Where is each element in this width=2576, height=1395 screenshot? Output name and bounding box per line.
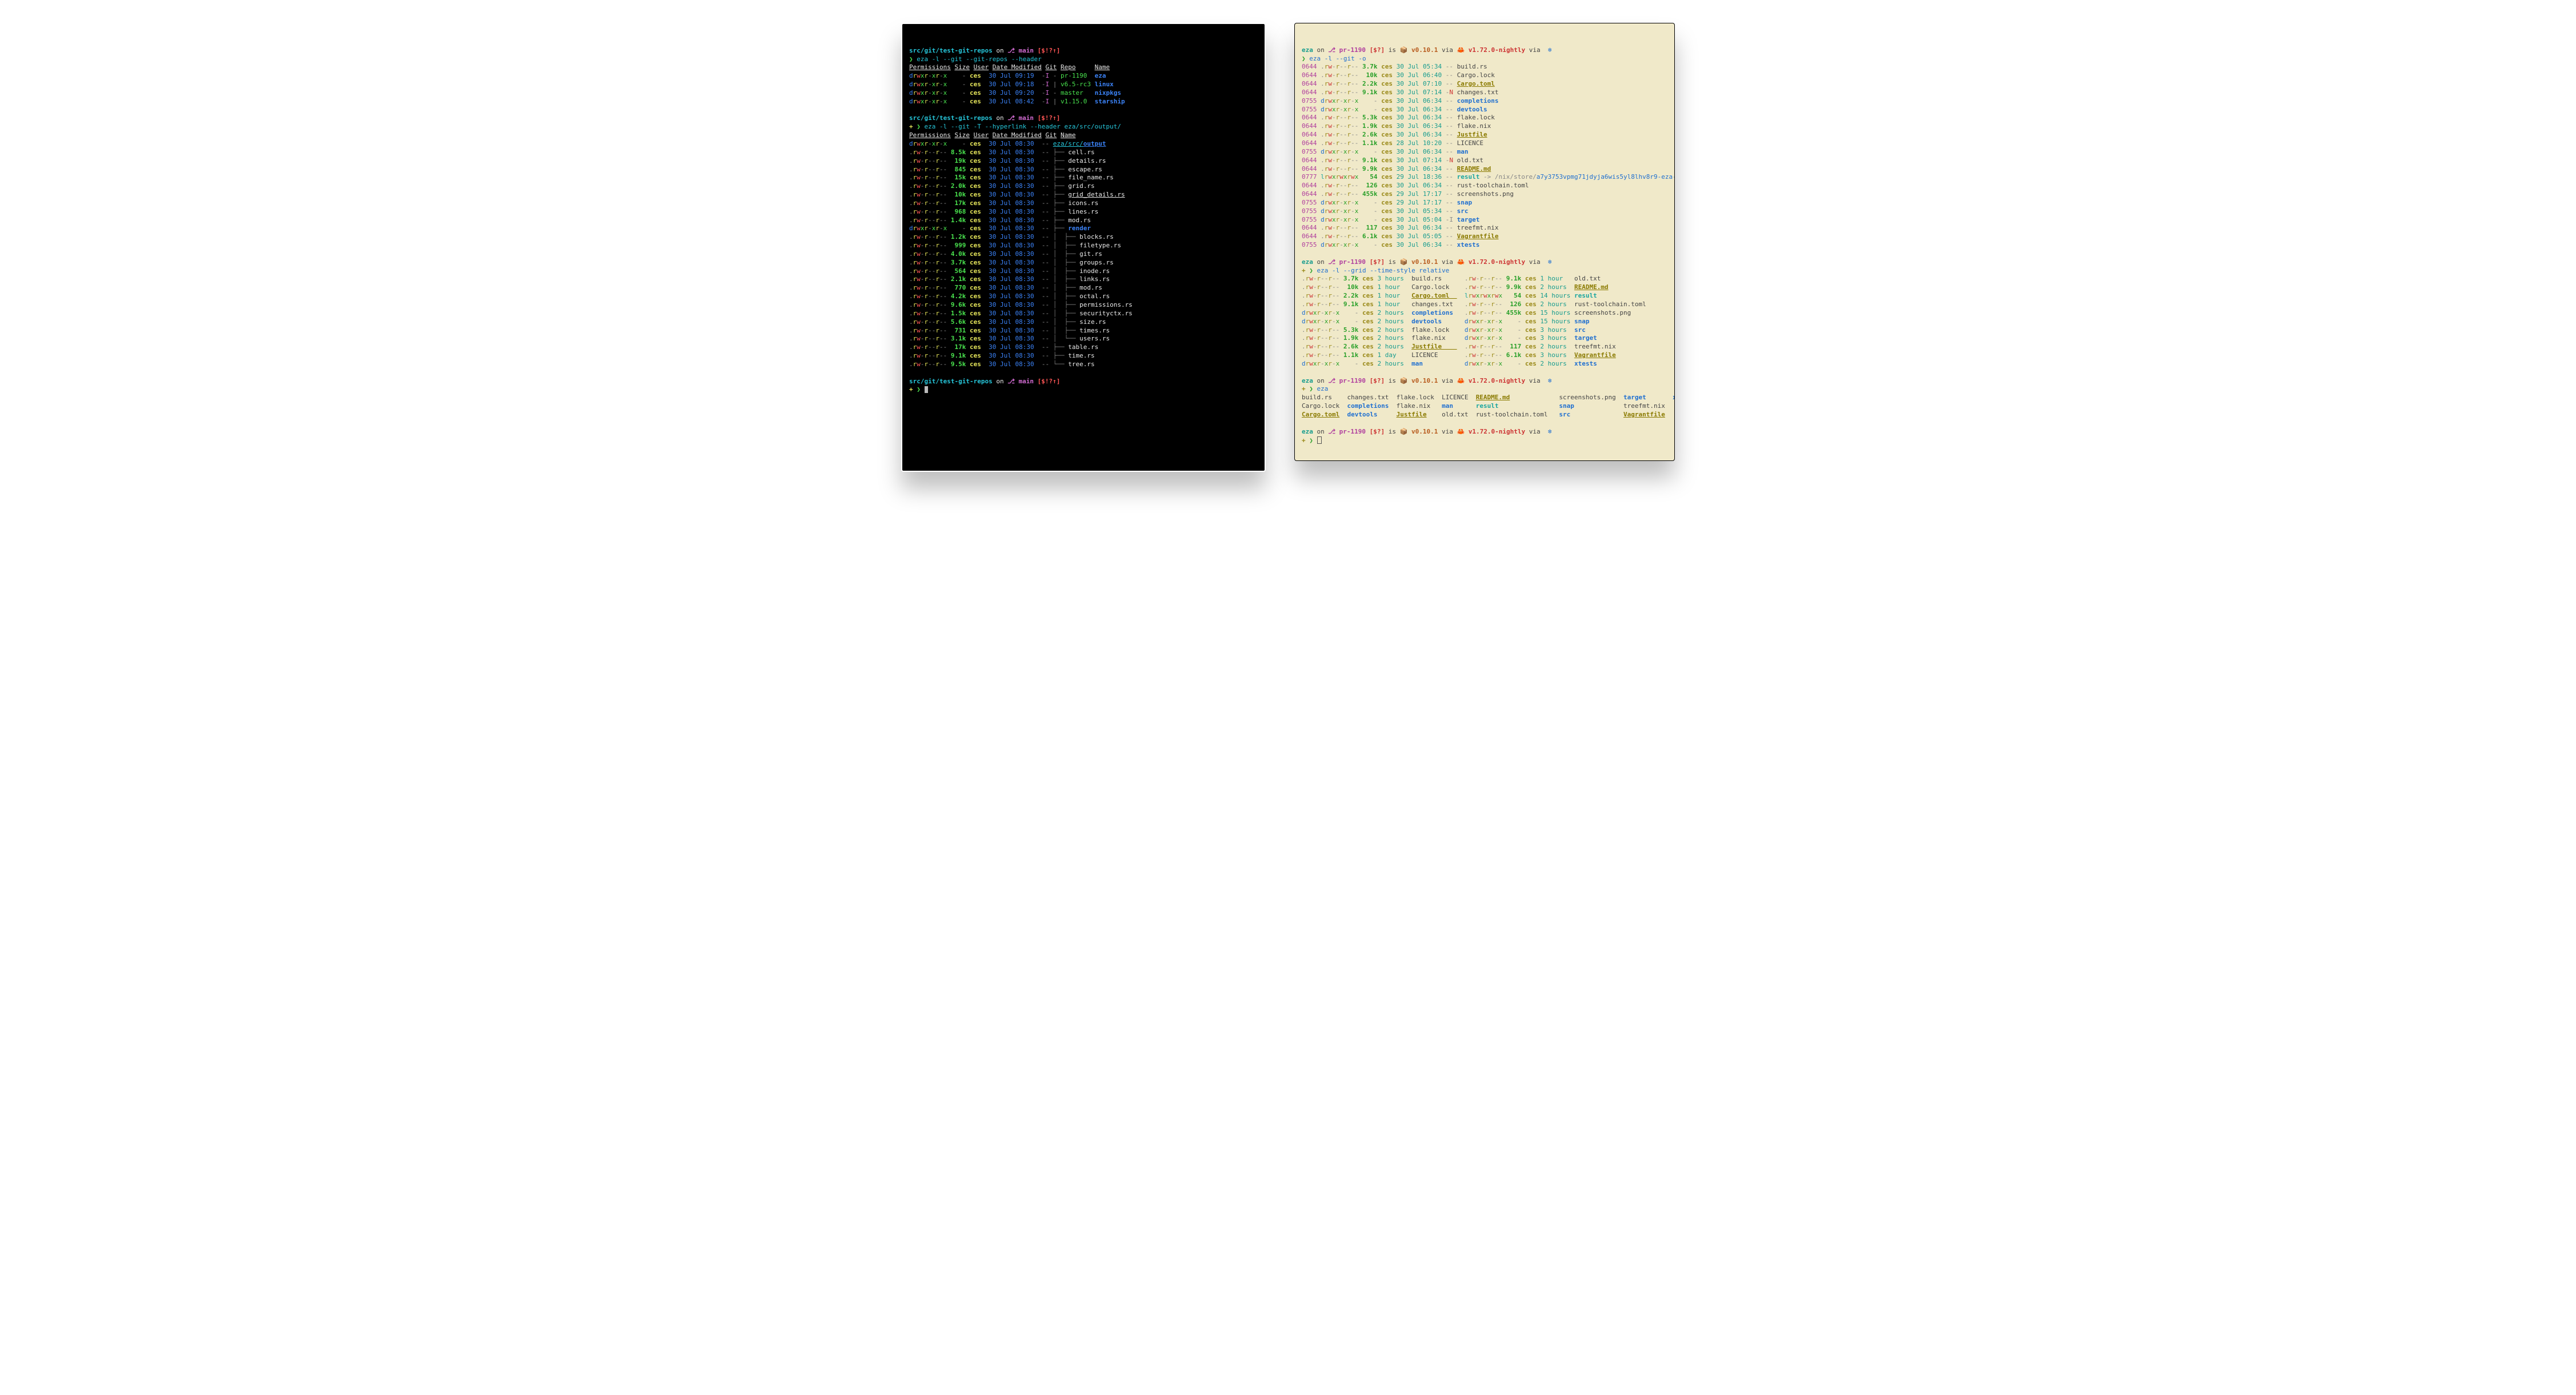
grid-row: Cargo.toml devtools Justfile old.txt rus…	[1302, 411, 1667, 419]
repo-row: drwxr-xr-x - ces 30 Jul 08:42 -I | v1.15…	[909, 98, 1258, 106]
tree-row: .rw-r--r-- 4.0k ces 30 Jul 08:30 -- │ ├─…	[909, 250, 1258, 259]
prompt-line: src/git/test-git-repos on ⎇ main [$!?↑]	[909, 378, 1258, 386]
tree-row: .rw-r--r-- 10k ces 30 Jul 08:30 -- ├── g…	[909, 191, 1258, 199]
grid-row: .rw-r--r-- 9.1k ces 1 hour changes.txt .…	[1302, 300, 1667, 309]
tree-row: .rw-r--r-- 3.7k ces 30 Jul 08:30 -- │ ├─…	[909, 259, 1258, 267]
list-row: 0644 .rw-r--r-- 126 ces 30 Jul 06:34 -- …	[1302, 182, 1667, 190]
list-row: 0644 .rw-r--r-- 1.9k ces 30 Jul 06:34 --…	[1302, 122, 1667, 131]
tree-row: .rw-r--r-- 15k ces 30 Jul 08:30 -- ├── f…	[909, 174, 1258, 182]
prompt-line: eza on ⎇ pr-1190 [$?] is 📦 v0.10.1 via 🦀…	[1302, 258, 1667, 267]
grid-row: .rw-r--r-- 2.6k ces 2 hours Justfile .rw…	[1302, 343, 1667, 351]
repo-row: drwxr-xr-x - ces 30 Jul 09:20 -I - maste…	[909, 89, 1258, 98]
tree-row: .rw-r--r-- 564 ces 30 Jul 08:30 -- │ ├──…	[909, 267, 1258, 276]
repo-row: drwxr-xr-x - ces 30 Jul 09:18 -I | v6.5-…	[909, 81, 1258, 89]
table-header: Permissions Size User Date Modified Git …	[909, 63, 1258, 72]
grid-row: .rw-r--r-- 5.3k ces 2 hours flake.lock d…	[1302, 326, 1667, 335]
command-line[interactable]: + ❯	[909, 386, 1258, 394]
grid-row: .rw-r--r-- 10k ces 1 hour Cargo.lock .rw…	[1302, 283, 1667, 292]
command-line[interactable]: + ❯ eza -l --grid --time-style relative	[1302, 267, 1667, 275]
tree-row: .rw-r--r-- 19k ces 30 Jul 08:30 -- ├── d…	[909, 157, 1258, 166]
command-line[interactable]: + ❯ eza -l --git -T --hyperlink --header…	[909, 123, 1258, 131]
terminal-dark[interactable]: src/git/test-git-repos on ⎇ main [$!?↑]❯…	[901, 23, 1266, 472]
prompt-line: eza on ⎇ pr-1190 [$?] is 📦 v0.10.1 via 🦀…	[1302, 377, 1667, 386]
tree-row: .rw-r--r-- 9.5k ces 30 Jul 08:30 -- └── …	[909, 360, 1258, 369]
grid-row: Cargo.lock completions flake.nix man res…	[1302, 402, 1667, 411]
cursor	[925, 386, 929, 393]
tree-row: .rw-r--r-- 9.6k ces 30 Jul 08:30 -- │ ├─…	[909, 301, 1258, 310]
repo-row: drwxr-xr-x - ces 30 Jul 09:19 -I - pr-11…	[909, 72, 1258, 81]
tree-row: .rw-r--r-- 968 ces 30 Jul 08:30 -- ├── l…	[909, 208, 1258, 217]
list-row: 0777 lrwxrwxrwx 54 ces 29 Jul 18:36 -- r…	[1302, 173, 1667, 182]
list-row: 0755 drwxr-xr-x - ces 30 Jul 06:34 -- de…	[1302, 106, 1667, 114]
tree-row: .rw-r--r-- 845 ces 30 Jul 08:30 -- ├── e…	[909, 166, 1258, 174]
tree-row: .rw-r--r-- 2.1k ces 30 Jul 08:30 -- │ ├─…	[909, 275, 1258, 284]
prompt-line: eza on ⎇ pr-1190 [$?] is 📦 v0.10.1 via 🦀…	[1302, 46, 1667, 55]
tree-row: .rw-r--r-- 17k ces 30 Jul 08:30 -- ├── t…	[909, 343, 1258, 352]
grid-row: build.rs changes.txt flake.lock LICENCE …	[1302, 394, 1667, 402]
tree-row: .rw-r--r-- 999 ces 30 Jul 08:30 -- │ ├──…	[909, 242, 1258, 250]
list-row: 0644 .rw-r--r-- 117 ces 30 Jul 06:34 -- …	[1302, 224, 1667, 232]
tree-row: .rw-r--r-- 17k ces 30 Jul 08:30 -- ├── i…	[909, 199, 1258, 208]
list-row: 0644 .rw-r--r-- 6.1k ces 30 Jul 05:05 --…	[1302, 232, 1667, 241]
grid-row: .rw-r--r-- 3.7k ces 3 hours build.rs .rw…	[1302, 275, 1667, 283]
prompt-line: src/git/test-git-repos on ⎇ main [$!?↑]	[909, 114, 1258, 123]
tree-row: .rw-r--r-- 4.2k ces 30 Jul 08:30 -- │ ├─…	[909, 292, 1258, 301]
grid-row: .rw-r--r-- 2.2k ces 1 hour Cargo.toml lr…	[1302, 292, 1667, 300]
tree-row: .rw-r--r-- 1.2k ces 30 Jul 08:30 -- │ ├─…	[909, 233, 1258, 242]
tree-row: .rw-r--r-- 1.4k ces 30 Jul 08:30 -- ├── …	[909, 217, 1258, 225]
grid-row: drwxr-xr-x - ces 2 hours man drwxr-xr-x …	[1302, 360, 1667, 368]
grid-row: .rw-r--r-- 1.1k ces 1 day LICENCE .rw-r-…	[1302, 351, 1667, 360]
prompt-line: src/git/test-git-repos on ⎇ main [$!?↑]	[909, 47, 1258, 55]
tree-row: .rw-r--r-- 770 ces 30 Jul 08:30 -- │ ├──…	[909, 284, 1258, 292]
table-header: Permissions Size User Date Modified Git …	[909, 131, 1258, 140]
command-line[interactable]: + ❯ eza	[1302, 385, 1667, 394]
tree-row: .rw-r--r-- 8.5k ces 30 Jul 08:30 -- ├── …	[909, 149, 1258, 157]
tree-row: .rw-r--r-- 3.1k ces 30 Jul 08:30 -- │ └─…	[909, 335, 1258, 343]
tree-row: .rw-r--r-- 731 ces 30 Jul 08:30 -- │ ├──…	[909, 327, 1258, 335]
list-row: 0644 .rw-r--r-- 2.6k ces 30 Jul 06:34 --…	[1302, 131, 1667, 139]
grid-row: .rw-r--r-- 1.9k ces 2 hours flake.nix dr…	[1302, 334, 1667, 343]
prompt-line: eza on ⎇ pr-1190 [$?] is 📦 v0.10.1 via 🦀…	[1302, 428, 1667, 436]
list-row: 0644 .rw-r--r-- 10k ces 30 Jul 06:40 -- …	[1302, 71, 1667, 80]
list-row: 0644 .rw-r--r-- 9.1k ces 30 Jul 07:14 -N…	[1302, 157, 1667, 165]
tree-row: .rw-r--r-- 1.5k ces 30 Jul 08:30 -- │ ├─…	[909, 310, 1258, 318]
list-row: 0755 drwxr-xr-x - ces 30 Jul 05:04 -I ta…	[1302, 216, 1667, 225]
list-row: 0644 .rw-r--r-- 2.2k ces 30 Jul 07:10 --…	[1302, 80, 1667, 89]
tree-row: drwxr-xr-x - ces 30 Jul 08:30 -- ├── ren…	[909, 225, 1258, 233]
list-row: 0755 drwxr-xr-x - ces 30 Jul 05:34 -- sr…	[1302, 207, 1667, 216]
tree-row: drwxr-xr-x - ces 30 Jul 08:30 -- eza/src…	[909, 140, 1258, 149]
grid-row: drwxr-xr-x - ces 2 hours devtools drwxr-…	[1302, 318, 1667, 326]
cursor	[1317, 436, 1322, 444]
tree-row: .rw-r--r-- 2.0k ces 30 Jul 08:30 -- ├── …	[909, 182, 1258, 191]
list-row: 0755 drwxr-xr-x - ces 30 Jul 06:34 -- co…	[1302, 97, 1667, 106]
list-row: 0644 .rw-r--r-- 5.3k ces 30 Jul 06:34 --…	[1302, 114, 1667, 122]
grid-row: drwxr-xr-x - ces 2 hours completions .rw…	[1302, 309, 1667, 318]
command-line[interactable]: ❯ eza -l --git -o	[1302, 55, 1667, 63]
command-line[interactable]: + ❯	[1302, 436, 1667, 445]
command-line[interactable]: ❯ eza -l --git --git-repos --header	[909, 55, 1258, 64]
list-row: 0644 .rw-r--r-- 9.1k ces 30 Jul 07:14 -N…	[1302, 89, 1667, 97]
tree-row: .rw-r--r-- 9.1k ces 30 Jul 08:30 -- ├── …	[909, 352, 1258, 360]
list-row: 0644 .rw-r--r-- 455k ces 29 Jul 17:17 --…	[1302, 190, 1667, 199]
terminal-light[interactable]: eza on ⎇ pr-1190 [$?] is 📦 v0.10.1 via 🦀…	[1294, 23, 1675, 461]
tree-row: .rw-r--r-- 5.6k ces 30 Jul 08:30 -- │ ├─…	[909, 318, 1258, 327]
list-row: 0755 drwxr-xr-x - ces 30 Jul 06:34 -- ma…	[1302, 148, 1667, 157]
list-row: 0755 drwxr-xr-x - ces 30 Jul 06:34 -- xt…	[1302, 241, 1667, 250]
list-row: 0644 .rw-r--r-- 1.1k ces 28 Jul 10:20 --…	[1302, 139, 1667, 148]
list-row: 0644 .rw-r--r-- 3.7k ces 30 Jul 05:34 --…	[1302, 63, 1667, 71]
list-row: 0644 .rw-r--r-- 9.9k ces 30 Jul 06:34 --…	[1302, 165, 1667, 174]
list-row: 0755 drwxr-xr-x - ces 29 Jul 17:17 -- sn…	[1302, 199, 1667, 207]
